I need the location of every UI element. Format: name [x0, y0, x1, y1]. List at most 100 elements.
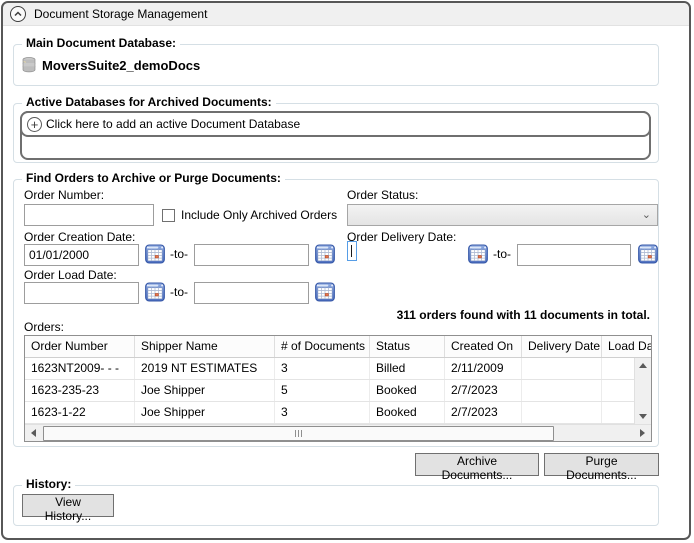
order-number-input[interactable] [24, 204, 154, 226]
collapse-expander-button[interactable] [10, 6, 26, 22]
calendar-icon [468, 244, 488, 264]
main-database-group: Main Document Database: MoversSuite2_dem… [13, 36, 659, 86]
table-row[interactable]: 1623-235-23 Joe Shipper 5 Booked 2/7/2023 [25, 380, 634, 402]
delivery-date-from-input[interactable] [347, 241, 357, 261]
column-header[interactable]: # of Documents [275, 336, 370, 357]
arrow-down-icon [639, 414, 647, 419]
creation-date-label: Order Creation Date: [24, 230, 136, 244]
table-cell: 2/7/2023 [445, 380, 522, 401]
creation-date-from-input[interactable] [24, 244, 139, 266]
table-cell: 2/7/2023 [445, 402, 522, 423]
database-icon [22, 57, 36, 73]
table-cell: Joe Shipper [135, 380, 275, 401]
horizontal-scroll-track[interactable] [42, 425, 634, 441]
creation-from-calendar-button[interactable] [144, 244, 166, 266]
arrow-right-icon [640, 429, 645, 437]
column-header[interactable]: Delivery Date [522, 336, 602, 357]
creation-date-to-input[interactable] [194, 244, 309, 266]
column-header[interactable]: Shipper Name [135, 336, 275, 357]
history-group: History: View History... [13, 477, 659, 526]
creation-to-calendar-button[interactable] [314, 244, 336, 266]
delivery-from-calendar-button[interactable] [467, 244, 489, 266]
purge-documents-button[interactable]: Purge Documents... [544, 453, 659, 482]
table-cell: Billed [370, 358, 445, 379]
active-databases-group: Active Databases for Archived Documents:… [13, 95, 659, 163]
document-storage-management-panel: Document Storage Management Main Documen… [1, 1, 691, 540]
include-archived-checkbox[interactable] [162, 209, 175, 222]
archive-documents-button[interactable]: Archive Documents... [415, 453, 539, 482]
include-archived-label: Include Only Archived Orders [181, 208, 338, 222]
add-database-label: Click here to add an active Document Dat… [46, 117, 301, 131]
table-cell: 2/11/2009 [445, 358, 522, 379]
load-to-calendar-button[interactable] [314, 282, 336, 304]
load-from-calendar-button[interactable] [144, 282, 166, 304]
table-cell [522, 358, 602, 379]
delivery-date-label: Order Delivery Date: [347, 230, 457, 244]
table-cell: 1623-235-23 [25, 380, 135, 401]
table-cell: 1623-1-22 [25, 402, 135, 423]
scroll-right-button[interactable] [634, 425, 651, 441]
table-cell: 2019 NT ESTIMATES [135, 358, 275, 379]
horizontal-scrollbar[interactable] [25, 424, 651, 441]
table-cell [602, 380, 634, 401]
arrow-left-icon [31, 429, 36, 437]
table-cell: Booked [370, 402, 445, 423]
table-row[interactable]: 1623NT2009- - -2019 NT ESTIMATES 3 Billed 2… [25, 358, 634, 380]
table-cell [522, 402, 602, 423]
orders-table: Order Number Shipper Name # of Documents St… [24, 335, 652, 442]
active-databases-group-label: Active Databases for Archived Documents: [22, 95, 276, 109]
horizontal-scroll-thumb[interactable] [43, 426, 555, 441]
find-orders-group-label: Find Orders to Archive or Purge Document… [22, 171, 285, 185]
load-date-from-input[interactable] [24, 282, 139, 304]
table-cell: 3 [275, 358, 370, 379]
find-orders-group: Find Orders to Archive or Purge Document… [13, 171, 659, 447]
plus-icon: + [27, 116, 42, 132]
delivery-to-calendar-button[interactable] [637, 244, 659, 266]
vertical-scrollbar[interactable] [634, 358, 651, 424]
calendar-icon [638, 244, 658, 264]
table-cell: 5 [275, 380, 370, 401]
column-header[interactable]: Load Date [602, 336, 651, 357]
orders-table-header: Order Number Shipper Name # of Documents St… [25, 336, 651, 358]
table-cell [602, 358, 634, 379]
arrow-up-icon [639, 363, 647, 368]
text-caret [351, 245, 352, 257]
calendar-icon [315, 282, 335, 302]
to-separator: -to- [170, 247, 188, 261]
column-header[interactable]: Order Number [25, 336, 135, 357]
calendar-icon [315, 244, 335, 264]
chevron-up-icon [14, 11, 22, 17]
orders-table-body: 1623NT2009- - -2019 NT ESTIMATES 3 Billed 2… [25, 358, 634, 424]
order-status-dropdown[interactable]: ⌄ [347, 204, 658, 226]
scroll-left-button[interactable] [25, 425, 42, 441]
order-status-label: Order Status: [347, 188, 419, 202]
order-number-label: Order Number: [24, 188, 105, 202]
calendar-icon [145, 244, 165, 264]
panel-title: Document Storage Management [34, 7, 208, 21]
view-history-button[interactable]: View History... [22, 494, 114, 523]
panel-header: Document Storage Management [3, 3, 689, 26]
table-row[interactable]: 1623-1-22 Joe Shipper 3 Booked 2/7/2023 [25, 402, 634, 424]
add-database-button[interactable]: + Click here to add an active Document D… [20, 111, 651, 137]
table-cell: Joe Shipper [135, 402, 275, 423]
table-cell: Booked [370, 380, 445, 401]
to-separator: -to- [170, 285, 188, 299]
results-summary: 311 orders found with 11 documents in to… [396, 308, 650, 322]
load-date-to-input[interactable] [194, 282, 309, 304]
delivery-date-to-input[interactable] [517, 244, 631, 266]
table-cell [602, 402, 634, 423]
orders-label: Orders: [24, 320, 65, 334]
main-database-item[interactable]: MoversSuite2_demoDocs [22, 57, 200, 73]
active-databases-list: + Click here to add an active Document D… [20, 111, 651, 160]
table-cell [522, 380, 602, 401]
calendar-icon [145, 282, 165, 302]
grip-icon [294, 430, 303, 437]
scroll-up-button[interactable] [635, 358, 651, 373]
column-header[interactable]: Status [370, 336, 445, 357]
main-database-group-label: Main Document Database: [22, 36, 181, 50]
chevron-down-icon: ⌄ [641, 209, 651, 221]
history-group-label: History: [22, 477, 76, 491]
scroll-down-button[interactable] [635, 409, 651, 424]
main-database-name: MoversSuite2_demoDocs [42, 57, 201, 73]
column-header[interactable]: Created On [445, 336, 522, 357]
